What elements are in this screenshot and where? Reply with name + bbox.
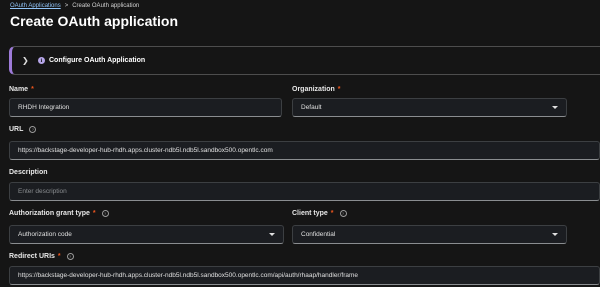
description-label: Description [9,169,48,176]
grant-type-value: Authorization code [18,231,72,238]
name-input[interactable]: RHDH Integration [9,98,282,117]
info-icon: i [38,57,45,64]
required-marker: * [337,86,341,93]
expandable-label: Configure OAuth Application [49,57,146,64]
chevron-right-icon[interactable]: ❯ [22,56,32,65]
url-input[interactable]: https://backstage-developer-hub-rhdh.app… [9,141,600,160]
client-type-value: Confidential [301,231,336,238]
caret-down-icon [552,106,558,109]
required-marker: * [330,210,334,217]
help-icon[interactable]: ? [66,253,74,260]
help-icon[interactable]: ? [339,210,347,217]
client-type-select[interactable]: Confidential [292,225,567,244]
organization-value: Default [301,104,322,111]
grant-type-label: Authorization grant type * ? [9,210,109,217]
caret-down-icon [269,233,275,236]
help-icon[interactable]: ? [101,210,109,217]
description-input[interactable]: Enter description [9,182,600,201]
breadcrumb-separator: > [64,3,69,9]
organization-select[interactable]: Default [292,98,567,117]
name-label: Name * [9,86,34,93]
client-type-label: Client type * ? [292,210,347,217]
redirect-uris-label: Redirect URIs * ? [9,253,74,260]
breadcrumb-current: Create OAuth application [72,3,140,9]
required-marker: * [57,253,61,260]
url-label: URL ? [9,126,37,133]
organization-label: Organization * [292,86,341,93]
breadcrumb-link-oauth-applications[interactable]: OAuth Applications [10,3,61,9]
configure-oauth-expandable[interactable]: ❯ i Configure OAuth Application [9,46,600,75]
required-marker: * [92,210,96,217]
redirect-uris-input[interactable]: https://backstage-developer-hub-rhdh.app… [9,266,600,285]
required-marker: * [31,86,34,93]
help-icon[interactable]: ? [29,126,37,133]
caret-down-icon [552,233,558,236]
grant-type-select[interactable]: Authorization code [9,225,284,244]
breadcrumb: OAuth Applications > Create OAuth applic… [10,3,139,9]
page-title: Create OAuth application [10,13,179,29]
